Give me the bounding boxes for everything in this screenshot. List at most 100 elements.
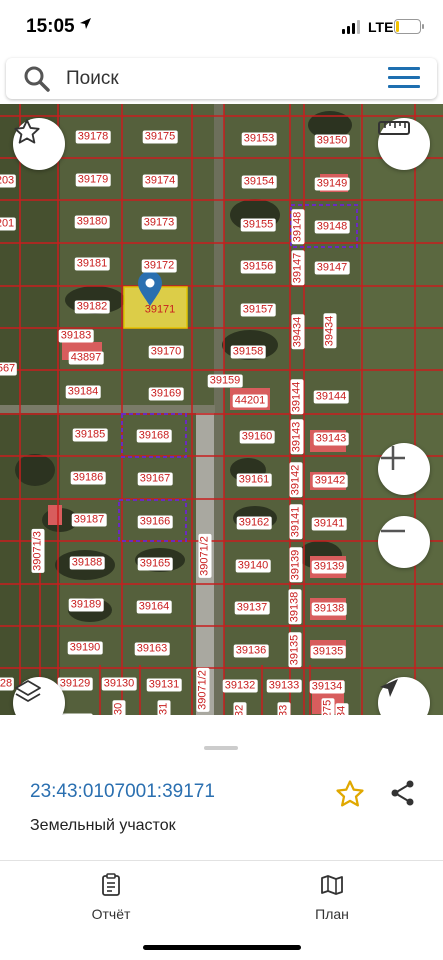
parcel-label-p39186[interactable]: 39186 (70, 471, 106, 485)
parcel-label-p39183[interactable]: 39183 (58, 329, 94, 343)
parcel-label-p39135[interactable]: 39135 (310, 645, 346, 659)
map-view[interactable]: 39178 39175 39153 39150 39179 39174 39154 39149… (0, 104, 443, 715)
parcel-label-p39164[interactable]: 39164 (136, 600, 172, 614)
parcel-label-v39148[interactable]: 39148 (291, 209, 305, 245)
parcel-label-p39170[interactable]: 39170 (148, 345, 184, 359)
parcel-label-p44201[interactable]: 44201 (232, 394, 268, 408)
parcel-label-p39143[interactable]: 39143 (313, 432, 349, 446)
parcel-label-p567[interactable]: 567 (0, 362, 18, 376)
cadastral-number[interactable]: 23:43:0107001:39171 (30, 781, 215, 803)
parcel-label-p39140[interactable]: 39140 (235, 559, 271, 573)
parcel-label-p39166[interactable]: 39166 (137, 515, 173, 529)
parcel-label-p39173[interactable]: 39173 (141, 216, 177, 230)
selected-parcel-label[interactable]: 39171 (143, 304, 178, 317)
parcel-label-v39147[interactable]: 39147 (291, 250, 305, 286)
parcel-label-p39137[interactable]: 39137 (234, 601, 270, 615)
parcel-label-v39132[interactable]: 39132 (233, 702, 247, 715)
parcel-label-p39133a[interactable]: 39133 (266, 679, 302, 693)
parcel-label-p39138[interactable]: 39138 (311, 602, 347, 616)
parcel-label-p39157[interactable]: 39157 (240, 303, 276, 317)
parcel-label-p39159[interactable]: 39159 (207, 374, 243, 388)
parcel-label-p39179[interactable]: 39179 (75, 173, 111, 187)
parcel-label-p39180[interactable]: 39180 (74, 215, 110, 229)
tab-report-label: Отчёт (91, 906, 131, 922)
favorite-map-button[interactable] (13, 118, 65, 170)
parcel-label-v39130[interactable]: 39130 (112, 700, 126, 715)
parcel-label-p39155[interactable]: 39155 (240, 218, 276, 232)
star-outline-icon (14, 119, 40, 144)
parcel-label-p39136[interactable]: 39136 (233, 644, 269, 658)
search-icon[interactable] (24, 66, 50, 97)
ruler-button[interactable] (378, 118, 430, 170)
parcel-label-v39139[interactable]: 39139 (289, 547, 303, 583)
parcel-label-v1275[interactable]: 1275 (321, 697, 335, 715)
tab-report[interactable]: Отчёт (61, 873, 161, 922)
parcel-label-v39434a[interactable]: 39434 (291, 314, 305, 350)
parcel-label-p39189[interactable]: 39189 (68, 598, 104, 612)
parcel-label-p39132a[interactable]: 39132 (222, 679, 258, 693)
parcel-label-p39184[interactable]: 39184 (65, 385, 101, 399)
parcel-label-p39156[interactable]: 39156 (240, 260, 276, 274)
parcel-label-p39158[interactable]: 39158 (230, 345, 266, 359)
parcel-label-v39071_2b[interactable]: 39071/2 (196, 668, 210, 712)
parcel-label-p39147[interactable]: 39147 (314, 261, 350, 275)
parcel-label-p201[interactable]: 201 (0, 217, 17, 231)
parcel-label-p39153[interactable]: 39153 (241, 132, 277, 146)
parcel-label-p39187[interactable]: 39187 (71, 513, 107, 527)
panel-drag-handle[interactable] (204, 746, 238, 750)
parcel-label-v39071_2a[interactable]: 39071/2 (198, 534, 212, 578)
parcel-label-p39163[interactable]: 39163 (134, 642, 170, 656)
search-bar[interactable]: Поиск (6, 58, 437, 99)
parcel-label-p39144[interactable]: 39144 (313, 390, 349, 404)
parcel-label-p39139[interactable]: 39139 (311, 560, 347, 574)
parcel-label-p39134a[interactable]: 39134 (309, 680, 345, 694)
parcel-label-p39130a[interactable]: 39130 (101, 677, 137, 691)
map-icon (321, 875, 343, 895)
parcel-label-v39131[interactable]: 39131 (157, 700, 171, 715)
parcel-label-p39141[interactable]: 39141 (311, 517, 347, 531)
parcel-label-p39162[interactable]: 39162 (236, 516, 272, 530)
parcel-label-v39434b[interactable]: 39434 (323, 313, 337, 349)
parcel-label-p203[interactable]: 203 (0, 174, 17, 188)
parcel-label-p39175[interactable]: 39175 (142, 130, 178, 144)
search-input[interactable]: Поиск (66, 68, 119, 90)
parcel-label-v39071_3[interactable]: 39071/3 (31, 529, 45, 573)
parcel-label-p39161[interactable]: 39161 (236, 473, 272, 487)
parcel-label-p39129a[interactable]: 39129 (57, 677, 93, 691)
parcel-label-p39168[interactable]: 39168 (136, 429, 172, 443)
parcel-label-p39160[interactable]: 39160 (239, 430, 275, 444)
parcel-label-p39169[interactable]: 39169 (148, 387, 184, 401)
parcel-label-p39165[interactable]: 39165 (137, 557, 173, 571)
share-button[interactable] (390, 779, 416, 812)
parcel-label-p39131a[interactable]: 39131 (146, 678, 182, 692)
parcel-label-v39134[interactable]: 39134 (335, 703, 349, 715)
hamburger-menu-icon[interactable] (388, 67, 420, 89)
parcel-label-p39149[interactable]: 39149 (314, 177, 350, 191)
tab-plan[interactable]: План (282, 873, 382, 922)
parcel-label-p39154[interactable]: 39154 (241, 175, 277, 189)
parcel-label-p39182[interactable]: 39182 (74, 300, 110, 314)
parcel-label-p39174[interactable]: 39174 (142, 174, 178, 188)
parcel-label-p39178[interactable]: 39178 (75, 130, 111, 144)
zoom-out-button[interactable] (378, 516, 430, 568)
parcel-label-p39142[interactable]: 39142 (312, 474, 348, 488)
parcel-label-p39172[interactable]: 39172 (141, 259, 177, 273)
parcel-label-v39135[interactable]: 39135 (288, 632, 302, 668)
parcel-label-p28[interactable]: 28 (0, 677, 15, 691)
parcel-label-p43897[interactable]: 43897 (68, 351, 104, 365)
parcel-label-p39148[interactable]: 39148 (314, 220, 350, 234)
parcel-label-v39138[interactable]: 39138 (288, 589, 302, 625)
zoom-in-button[interactable] (378, 443, 430, 495)
parcel-label-p39150[interactable]: 39150 (314, 134, 350, 148)
parcel-label-v39144[interactable]: 39144 (290, 379, 304, 415)
parcel-label-p39190[interactable]: 39190 (67, 641, 103, 655)
parcel-label-v39133[interactable]: 39133 (277, 702, 291, 715)
parcel-label-v39141[interactable]: 39141 (289, 504, 303, 540)
parcel-label-v39142[interactable]: 39142 (289, 462, 303, 498)
parcel-label-v39143[interactable]: 39143 (290, 419, 304, 455)
parcel-label-p39181[interactable]: 39181 (74, 257, 110, 271)
parcel-label-p39185[interactable]: 39185 (72, 428, 108, 442)
favorite-button[interactable] (335, 779, 365, 814)
parcel-label-p39167[interactable]: 39167 (137, 472, 173, 486)
parcel-label-p39188[interactable]: 39188 (69, 556, 105, 570)
